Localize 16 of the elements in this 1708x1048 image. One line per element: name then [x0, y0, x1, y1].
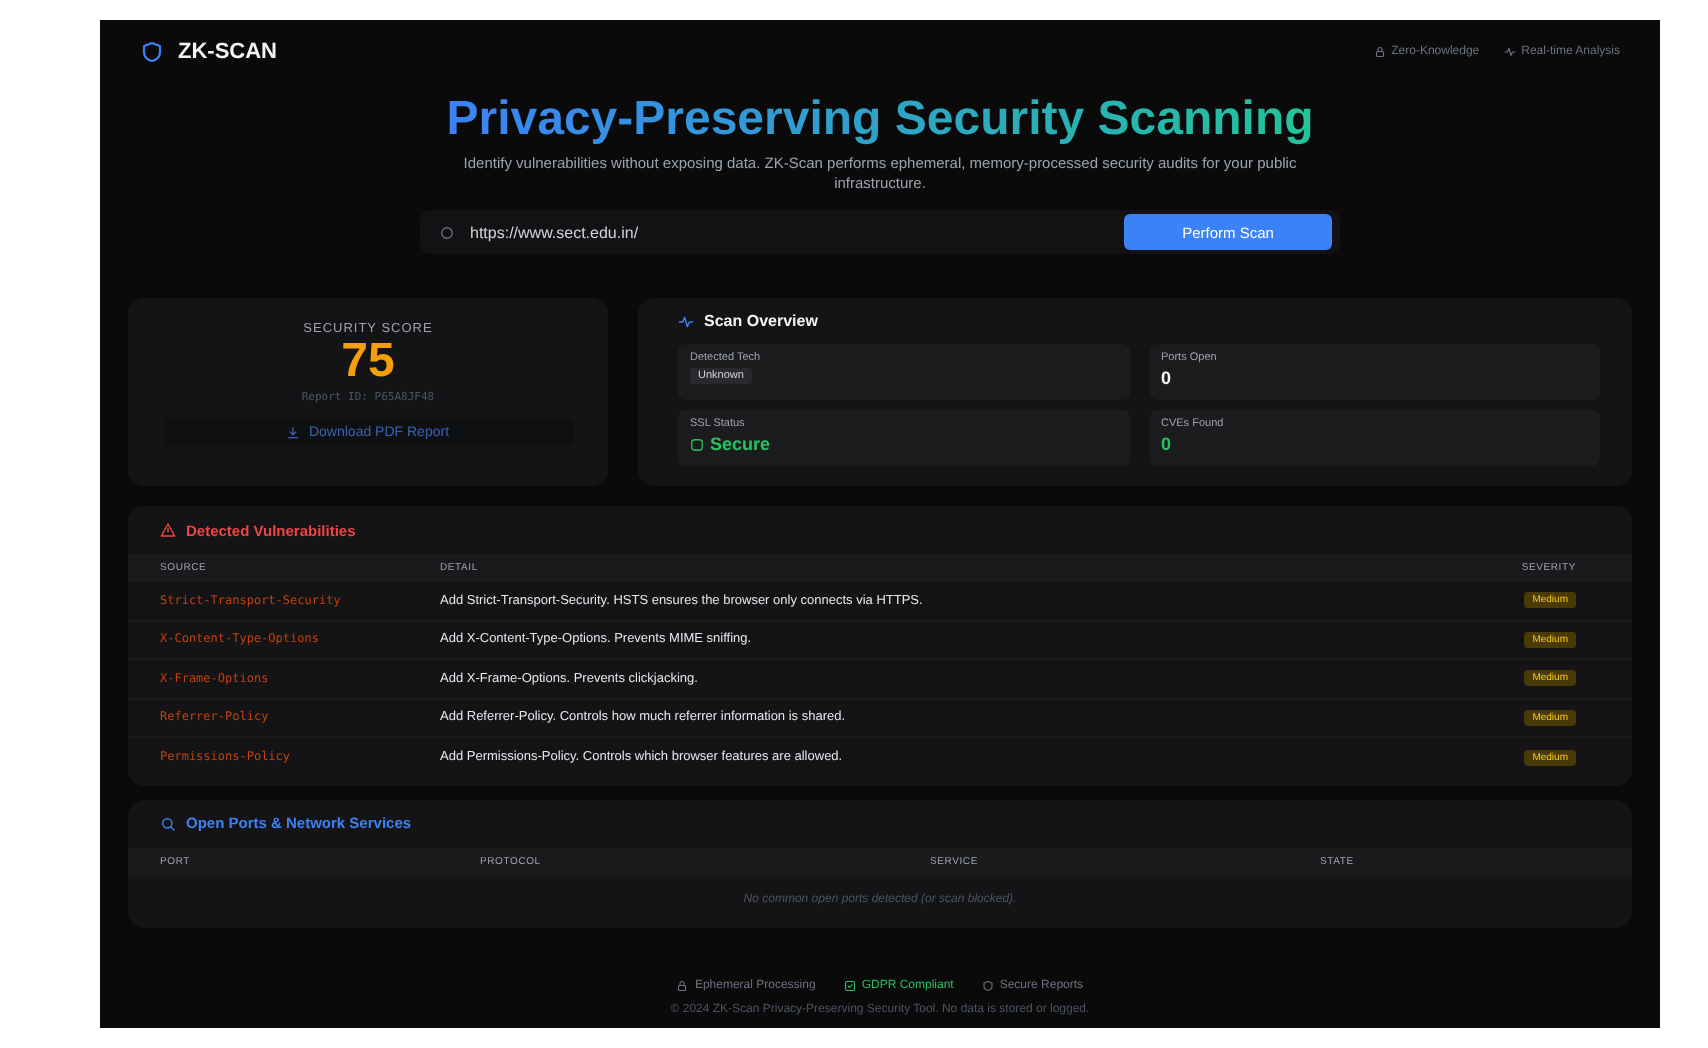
stat-value: 0	[1161, 434, 1174, 454]
lock-icon	[676, 980, 689, 992]
stat-value: Secure	[710, 434, 771, 454]
shield-logo-icon	[140, 40, 164, 64]
download-icon	[286, 425, 301, 439]
lock-icon	[1373, 46, 1386, 58]
brand-name: ZK-SCAN	[178, 40, 277, 64]
overview-title: Scan Overview	[704, 312, 818, 330]
pulse-icon	[678, 313, 694, 329]
warning-icon	[160, 522, 176, 538]
globe-icon	[440, 225, 454, 239]
pulse-icon	[1503, 46, 1516, 58]
search-icon	[160, 815, 176, 831]
stat-value: 0	[1161, 368, 1174, 388]
score-value: 75	[341, 336, 395, 388]
shield-icon	[981, 980, 994, 992]
